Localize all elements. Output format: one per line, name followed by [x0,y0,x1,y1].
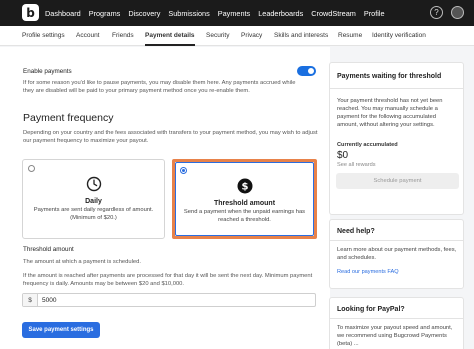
svg-text:$: $ [241,182,248,193]
threshold-amount-label: Threshold amount [23,246,74,253]
currently-accumulated-label: Currently accumulated [337,142,398,148]
help-icon[interactable]: ? [430,6,443,19]
payment-frequency-title: Payment frequency [23,112,114,124]
nav-payments[interactable]: Payments [218,9,250,18]
clock-icon [86,176,102,197]
threshold-radio[interactable] [180,167,187,174]
payments-waiting-title: Payments waiting for threshold [337,73,442,80]
daily-option-card[interactable]: Daily Payments are sent daily regardless… [22,159,165,239]
settings-tabs: Profile settings Account Friends Payment… [0,26,474,46]
tab-payment-details[interactable]: Payment details [145,26,195,46]
payments-faq-link[interactable]: Read our payments FAQ [337,269,399,275]
divider [330,240,463,241]
threshold-amount-subtext: The amount at which a payment is schedul… [23,259,141,265]
tab-skills-and-interests[interactable]: Skills and interests [274,26,328,46]
paypal-text: To maximize your payout speed and amount… [337,325,453,347]
nav-profile[interactable]: Profile [364,9,385,18]
threshold-amount-description: If the amount is reached after payments … [23,273,313,287]
threshold-amount-field: $ [22,293,316,307]
tab-resume[interactable]: Resume [338,26,362,46]
paypal-title: Looking for PayPal? [337,306,405,313]
bugcrowd-logo[interactable]: b [22,4,39,21]
paypal-card: Looking for PayPal? To maximize your pay… [329,297,464,349]
save-payment-settings-button[interactable]: Save payment settings [22,322,100,338]
logo-letter: b [26,5,35,20]
need-help-title: Need help? [337,228,375,235]
daily-radio[interactable] [28,165,35,172]
see-all-rewards-link[interactable]: See all rewards [337,162,376,168]
payments-waiting-text: Your payment threshold has not yet been … [337,98,443,128]
payment-frequency-description: Depending on your country and the fees a… [23,130,318,144]
threshold-option-title: Threshold amount [213,200,276,207]
top-icons: ? [430,6,464,19]
main-nav: Dashboard Programs Discovery Submissions… [45,0,385,26]
need-help-card: Need help? Learn more about our payment … [329,219,464,289]
tab-identity-verification[interactable]: Identity verification [372,26,426,46]
accumulated-amount: $0 [337,150,349,161]
payments-waiting-card: Payments waiting for threshold Your paym… [329,62,464,215]
avatar[interactable] [451,6,464,19]
tab-friends[interactable]: Friends [112,26,134,46]
enable-payments-description: If for some reason you'd like to pause p… [23,80,296,94]
threshold-card-selected-border [175,162,314,236]
enable-payments-label: Enable payments [23,68,72,75]
need-help-text: Learn more about our payment methods, fe… [337,247,457,261]
tab-account[interactable]: Account [76,26,100,46]
nav-submissions[interactable]: Submissions [168,9,209,18]
threshold-option-description: Send a payment when the unpaid earnings … [183,209,306,223]
daily-option-description: Payments are sent daily regardless of am… [33,207,154,221]
threshold-amount-input[interactable] [38,294,315,306]
nav-crowdstream[interactable]: CrowdStream [311,9,356,18]
tab-profile-settings[interactable]: Profile settings [22,26,65,46]
top-navigation-bar: b Dashboard Programs Discovery Submissio… [0,0,474,26]
daily-option-title: Daily [85,198,102,205]
dollar-coin-icon: $ [237,178,253,199]
tab-privacy[interactable]: Privacy [241,26,262,46]
divider [330,318,463,319]
nav-discovery[interactable]: Discovery [128,9,160,18]
payment-settings-panel: Enable payments If for some reason you'd… [0,47,330,349]
enable-payments-toggle[interactable] [297,66,316,76]
nav-leaderboards[interactable]: Leaderboards [258,9,303,18]
divider [330,88,463,89]
schedule-payment-button[interactable]: Schedule payment [336,173,459,189]
nav-programs[interactable]: Programs [89,9,121,18]
tab-security[interactable]: Security [206,26,229,46]
currency-prefix: $ [23,294,38,306]
nav-dashboard[interactable]: Dashboard [45,9,81,18]
threshold-option-card[interactable]: $ Threshold amount Send a payment when t… [172,159,317,239]
